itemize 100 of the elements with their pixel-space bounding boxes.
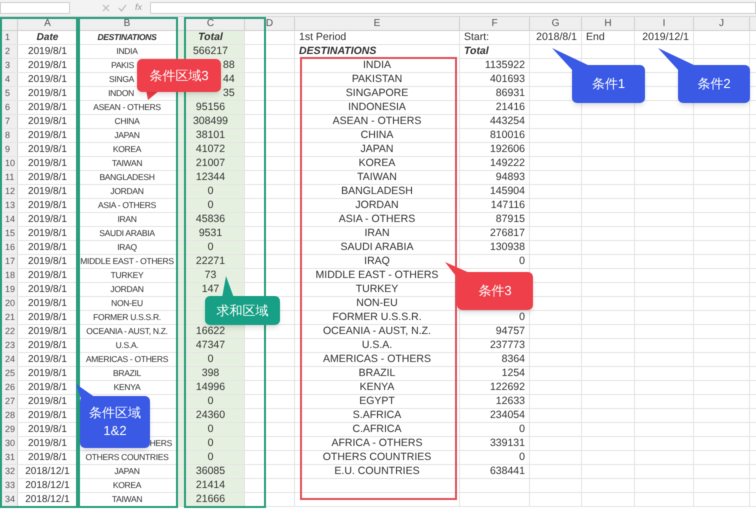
table-cell-text: OTHERS COUNTRIES [322, 450, 432, 465]
table-cell-text: 12633 [496, 394, 525, 409]
table-cell-text: JORDAN [355, 198, 399, 213]
column-header[interactable]: H [582, 17, 635, 30]
table-cell: AMERICAS - OTHERS [86, 353, 168, 366]
table-cell-text: MIDDLE EAST - OTHERS [316, 268, 438, 283]
column-header[interactable]: A [18, 17, 78, 30]
table-cell-text: AMERICAS - OTHERS [323, 352, 431, 367]
table-cell: HERS [150, 437, 172, 450]
table-cell-text: 2019/8/1 [28, 283, 67, 297]
column-header[interactable]: F [460, 17, 530, 30]
table-cell-text: DESTINATIONS [299, 44, 376, 59]
table-cell-text: 2019/8/1 [28, 409, 67, 423]
table-cell-text: INDONESIA [348, 100, 406, 115]
table-cell-text: ASEAN - OTHERS [332, 114, 422, 129]
table-cell-text: 2019/8/1 [28, 59, 67, 73]
column-header[interactable]: I [635, 17, 694, 30]
table-cell-text: TURKEY [356, 282, 398, 297]
table-cell-text: 0 [519, 422, 525, 437]
table-cell-text: 810016 [490, 128, 525, 143]
table-cell-text: 87915 [496, 212, 525, 227]
table-cell-text: 443254 [490, 114, 525, 129]
table-cell-text: 35 [223, 86, 235, 101]
table-cell-text: 14996 [196, 380, 226, 395]
column-header[interactable]: D [245, 17, 295, 30]
table-cell-text: 2019/8/1 [28, 143, 67, 157]
table-cell-text: 9531 [198, 226, 222, 241]
table-cell-text: 21007 [196, 156, 226, 171]
name-box[interactable] [0, 2, 70, 14]
table-cell-text: PAKISTAN [352, 72, 402, 87]
table-cell-text: ASIA - OTHERS [338, 212, 416, 227]
table-cell: PAKIS [111, 59, 134, 72]
table-cell-text: 237773 [490, 338, 525, 353]
table-cell-text: TAIWAN [357, 170, 397, 185]
table-cell-text: 2018/12/1 [25, 479, 70, 493]
table-cell-text: 2019/8/1 [28, 423, 67, 437]
table-cell-text: 147 [202, 282, 220, 297]
table-cell-text: 0 [208, 198, 214, 213]
table-cell: INDIA [116, 45, 138, 58]
table-cell-text: 2019/8/1 [28, 437, 67, 451]
table-cell: TAIWAN [112, 493, 142, 506]
table-cell-text: SINGAPORE [346, 86, 408, 101]
table-cell: DESTINATIONS [97, 31, 157, 44]
cancel-icon[interactable] [102, 4, 110, 12]
table-cell: IRAN [117, 213, 137, 226]
check-icon[interactable] [118, 4, 127, 12]
table-cell-text: 2019/8/1 [28, 199, 67, 213]
column-header[interactable]: C [177, 17, 245, 30]
formula-field[interactable] [150, 2, 756, 14]
table-cell: INDON [108, 87, 134, 100]
table-cell-text: 2019/8/1 [28, 185, 67, 199]
column-header[interactable]: G [530, 17, 582, 30]
table-cell-text: 1st Period [299, 30, 346, 45]
table-cell-text: 8364 [502, 352, 525, 367]
table-cell-text: NON-EU [356, 296, 398, 311]
table-cell-text: Date [36, 31, 58, 45]
table-cell-text: 2019/8/1 [28, 451, 67, 465]
table-cell-text: 38101 [196, 128, 226, 143]
table-cell-text: 2019/8/1 [28, 73, 67, 87]
table-cell: JAPAN [114, 129, 140, 142]
table-cell-text: Total [464, 44, 489, 59]
table-cell-text: JAPAN [360, 142, 394, 157]
table-cell: CHINA [114, 115, 140, 128]
column-header[interactable]: E [295, 17, 460, 30]
column-header[interactable]: B [78, 17, 177, 30]
callout: 条件1 [572, 65, 645, 103]
table-cell-text: 73 [204, 268, 216, 283]
table-cell-text: IRAN [364, 226, 390, 241]
table-cell-text: 2019/8/1 [28, 353, 67, 367]
table-cell-text: 21416 [496, 100, 525, 115]
table-cell: MIDDLE EAST - OTHERS [80, 255, 174, 268]
table-cell-text: 2018/8/1 [536, 30, 577, 45]
table-cell: NON-EU [111, 297, 143, 310]
table-cell: IRAQ [117, 241, 137, 254]
table-cell-text: 2019/8/1 [28, 129, 67, 143]
table-cell-text: 122692 [490, 380, 525, 395]
table-cell-text: 21666 [196, 492, 226, 507]
table-cell-text: 308499 [192, 114, 228, 129]
table-cell: BRAZIL [113, 367, 141, 380]
table-cell-text: 2019/8/1 [28, 297, 67, 311]
table-cell: KOREA [112, 479, 142, 492]
column-header[interactable]: J [694, 17, 750, 30]
table-cell-text: U.S.A. [362, 338, 392, 353]
table-cell: ASEAN - OTHERS [93, 101, 161, 114]
table-cell-text: 2019/8/1 [28, 381, 67, 395]
table-cell: KOREA [112, 143, 142, 156]
table-cell: BANGLADESH [99, 171, 155, 184]
table-cell-text: 2019/8/1 [28, 45, 67, 59]
table-cell: ASIA - OTHERS [98, 199, 156, 212]
table-cell: OTHERS COUNTRIES [85, 451, 169, 464]
table-cell-text: 2018/12/1 [25, 493, 70, 507]
table-cell-text: 88 [223, 58, 235, 73]
table-cell-text: 2019/8/1 [28, 311, 67, 325]
table-cell-text: C.AFRICA [352, 422, 402, 437]
table-cell-text: 0 [519, 450, 525, 465]
table-cell-text: 44 [223, 72, 235, 87]
table-cell-text: 0 [519, 254, 525, 269]
table-cell-text: 2019/8/1 [28, 339, 67, 353]
table-cell-text: 401693 [490, 72, 525, 87]
table-cell-text: 47347 [196, 338, 226, 353]
